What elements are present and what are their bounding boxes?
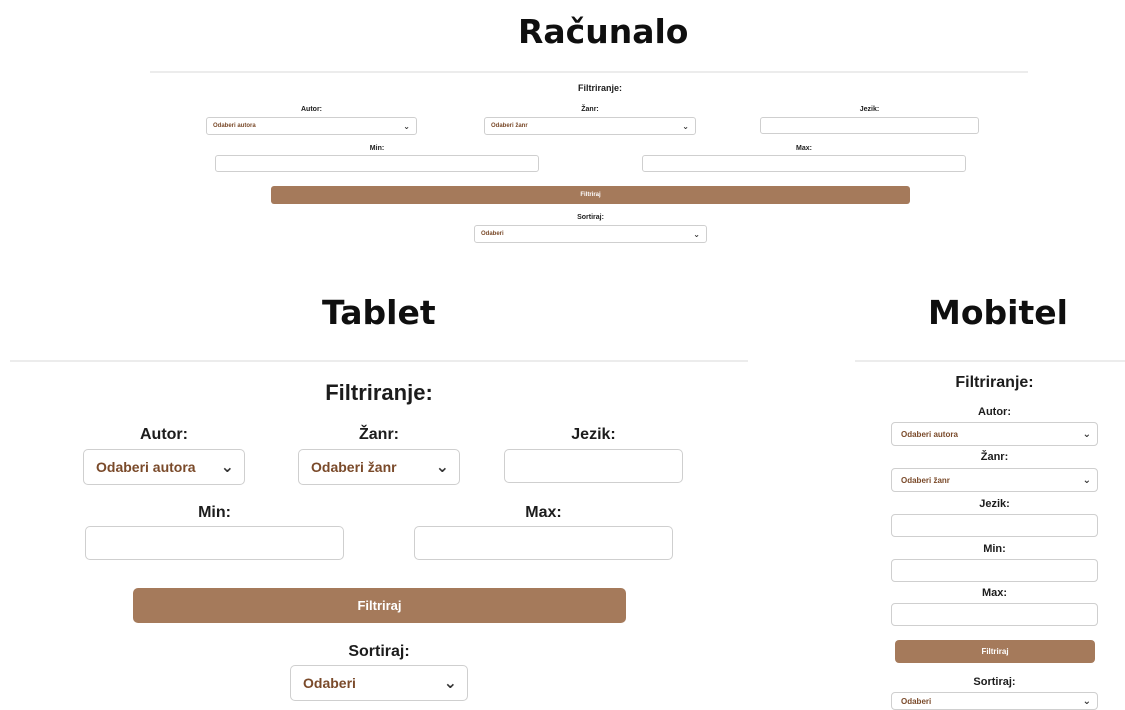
tablet-author-select[interactable]: Odaberi autora ⌄ — [83, 449, 245, 485]
mobile-sort-label: Sortiraj: — [973, 676, 1016, 688]
desktop-language-label: Jezik: — [859, 106, 880, 113]
chevron-down-icon: ⌄ — [220, 459, 234, 476]
mobile-heading: Mobitel — [928, 293, 1068, 332]
tablet-heading: Tablet — [322, 293, 436, 332]
desktop-sort-select[interactable]: Odaberi ⌄ — [474, 225, 707, 243]
tablet-genre-select[interactable]: Odaberi žanr ⌄ — [298, 449, 460, 485]
tablet-min-input[interactable] — [85, 526, 344, 560]
desktop-filter-button[interactable]: Filtriraj — [271, 186, 910, 204]
chevron-down-icon: ⌄ — [403, 121, 410, 131]
tablet-language-label: Jezik: — [571, 426, 616, 443]
mobile-min-input[interactable] — [891, 559, 1098, 582]
mobile-min-label: Min: — [983, 543, 1006, 555]
chevron-down-icon: ⌄ — [435, 459, 449, 476]
tablet-min-label: Min: — [198, 504, 231, 521]
chevron-down-icon: ⌄ — [1082, 474, 1091, 486]
mobile-author-select-value: Odaberi autora — [901, 429, 958, 439]
mobile-max-input[interactable] — [891, 603, 1098, 626]
mobile-filter-button[interactable]: Filtriraj — [895, 640, 1095, 663]
tablet-max-input[interactable] — [414, 526, 673, 560]
desktop-heading: Računalo — [518, 12, 689, 51]
tablet-sort-select-value: Odaberi — [303, 675, 356, 691]
chevron-down-icon: ⌄ — [1082, 695, 1091, 707]
tablet-genre-select-value: Odaberi žanr — [311, 459, 397, 475]
desktop-author-select-value: Odaberi autora — [213, 123, 256, 129]
tablet-author-label: Autor: — [140, 426, 188, 443]
mobile-sort-select[interactable]: Odaberi ⌄ — [891, 692, 1098, 710]
desktop-genre-select[interactable]: Odaberi žanr ⌄ — [484, 117, 696, 135]
mobile-genre-select[interactable]: Odaberi žanr ⌄ — [891, 468, 1098, 492]
tablet-author-select-value: Odaberi autora — [96, 459, 196, 475]
mobile-filter-title: Filtriranje: — [955, 374, 1034, 391]
desktop-author-select[interactable]: Odaberi autora ⌄ — [206, 117, 417, 135]
desktop-language-input[interactable] — [760, 117, 979, 134]
mobile-divider — [855, 360, 1125, 362]
chevron-down-icon: ⌄ — [693, 229, 700, 239]
mobile-author-label: Autor: — [978, 406, 1011, 418]
desktop-min-input[interactable] — [215, 155, 539, 172]
desktop-divider — [150, 71, 1028, 73]
tablet-divider — [10, 360, 748, 362]
mobile-genre-select-value: Odaberi žanr — [901, 475, 950, 485]
desktop-max-label: Max: — [796, 145, 812, 152]
chevron-down-icon: ⌄ — [682, 121, 689, 131]
desktop-author-label: Autor: — [301, 106, 322, 113]
tablet-filter-button[interactable]: Filtriraj — [133, 588, 626, 623]
tablet-sort-select[interactable]: Odaberi ⌄ — [290, 665, 468, 701]
tablet-max-label: Max: — [525, 504, 562, 521]
tablet-language-input[interactable] — [504, 449, 683, 483]
chevron-down-icon: ⌄ — [1082, 428, 1091, 440]
mobile-language-label: Jezik: — [979, 498, 1010, 510]
mobile-genre-label: Žanr: — [980, 451, 1009, 463]
desktop-sort-label: Sortiraj: — [577, 214, 604, 221]
tablet-sort-label: Sortiraj: — [348, 643, 410, 660]
chevron-down-icon: ⌄ — [443, 675, 457, 692]
mobile-max-label: Max: — [981, 587, 1008, 599]
desktop-filter-title: Filtriranje: — [577, 83, 622, 93]
tablet-filter-title: Filtriranje: — [325, 380, 433, 405]
mobile-author-select[interactable]: Odaberi autora ⌄ — [891, 422, 1098, 446]
desktop-genre-select-value: Odaberi žanr — [491, 123, 528, 129]
tablet-genre-label: Žanr: — [359, 426, 399, 443]
desktop-min-label: Min: — [369, 145, 385, 152]
desktop-sort-select-value: Odaberi — [481, 231, 504, 237]
mobile-language-input[interactable] — [891, 514, 1098, 537]
mobile-sort-select-value: Odaberi — [901, 696, 932, 706]
desktop-max-input[interactable] — [642, 155, 966, 172]
desktop-genre-label: Žanr: — [581, 106, 599, 113]
